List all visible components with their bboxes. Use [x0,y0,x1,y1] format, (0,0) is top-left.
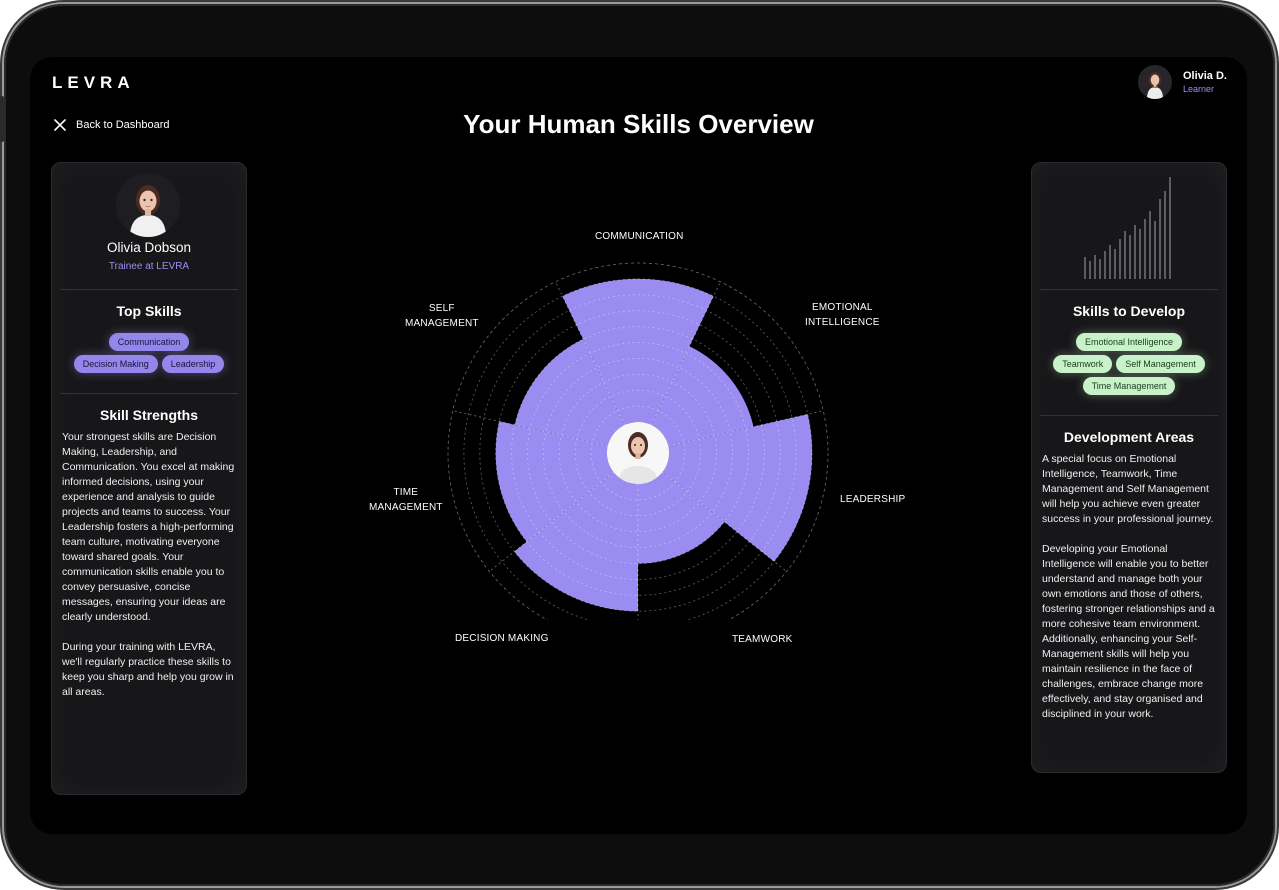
chart-label-emotional-intelligence: EMOTIONAL INTELLIGENCE [805,302,880,328]
profile-name: Olivia Dobson [106,240,192,255]
chart-label-teamwork: TEAMWORK [732,634,793,645]
skills-radial-chart [447,262,829,620]
skill-chip-communication[interactable]: Communication [108,333,190,351]
development-card: Skills to Develop Emotional Intelligence… [1031,162,1227,773]
skill-strengths-text: Your strongest skills are Decision Makin… [62,430,238,715]
profile-card: Olivia Dobson Trainee at LEVRA Top Skill… [51,162,247,795]
chart-label-self-management: SELF MANAGEMENT [405,303,479,329]
divider [60,393,238,394]
skills-to-develop-title: Skills to Develop [1072,303,1186,319]
divider [60,289,238,290]
top-skills-title: Top Skills [116,303,182,319]
develop-skills-chips: Emotional Intelligence Teamwork Self Man… [1036,333,1222,395]
development-paragraph: A special focus on Emotional Intelligenc… [1042,453,1214,525]
divider [1040,289,1218,290]
app-logo[interactable]: LEVRA [52,73,135,93]
app-screen: LEVRA Olivia D. Learner Back to Dashboar… [30,57,1247,834]
skill-chip-emotional-intelligence[interactable]: Emotional Intelligence [1075,333,1183,351]
user-avatar [1137,65,1172,99]
skill-chip-decision-making[interactable]: Decision Making [73,355,158,373]
chart-center-avatar [607,422,669,484]
tablet-side-button [0,96,4,142]
decorative-bars-graphic [1084,177,1171,279]
user-info: Olivia D. Learner [1183,70,1227,94]
skill-strengths-title: Skill Strengths [99,407,199,423]
divider [1040,415,1218,416]
chart-label-time-management: TIME MANAGEMENT [369,487,443,513]
development-areas-title: Development Areas [1063,429,1195,445]
chart-label-leadership: LEADERSHIP [840,494,906,505]
user-menu[interactable]: Olivia D. Learner [1137,65,1227,99]
strengths-paragraph: Your strongest skills are Decision Makin… [62,431,235,623]
skill-chip-teamwork[interactable]: Teamwork [1053,355,1113,373]
profile-avatar [116,173,180,237]
skill-chip-leadership[interactable]: Leadership [161,355,225,373]
user-name: Olivia D. [1182,70,1227,82]
user-role: Learner [1182,84,1214,94]
chart-label-communication: COMMUNICATION [595,231,684,242]
page-title: Your Human Skills Overview [463,109,814,139]
top-skills-chips: Communication Decision Making Leadership [56,333,242,373]
strengths-paragraph: During your training with LEVRA, we'll r… [62,641,234,698]
profile-role: Trainee at LEVRA [108,261,190,272]
skill-chip-self-management[interactable]: Self Management [1116,355,1205,373]
development-areas-text: A special focus on Emotional Intelligenc… [1042,452,1218,737]
skill-chip-time-management[interactable]: Time Management [1082,377,1176,395]
development-paragraph: Developing your Emotional Intelligence w… [1042,543,1215,720]
chart-label-decision-making: DECISION MAKING [455,633,549,644]
